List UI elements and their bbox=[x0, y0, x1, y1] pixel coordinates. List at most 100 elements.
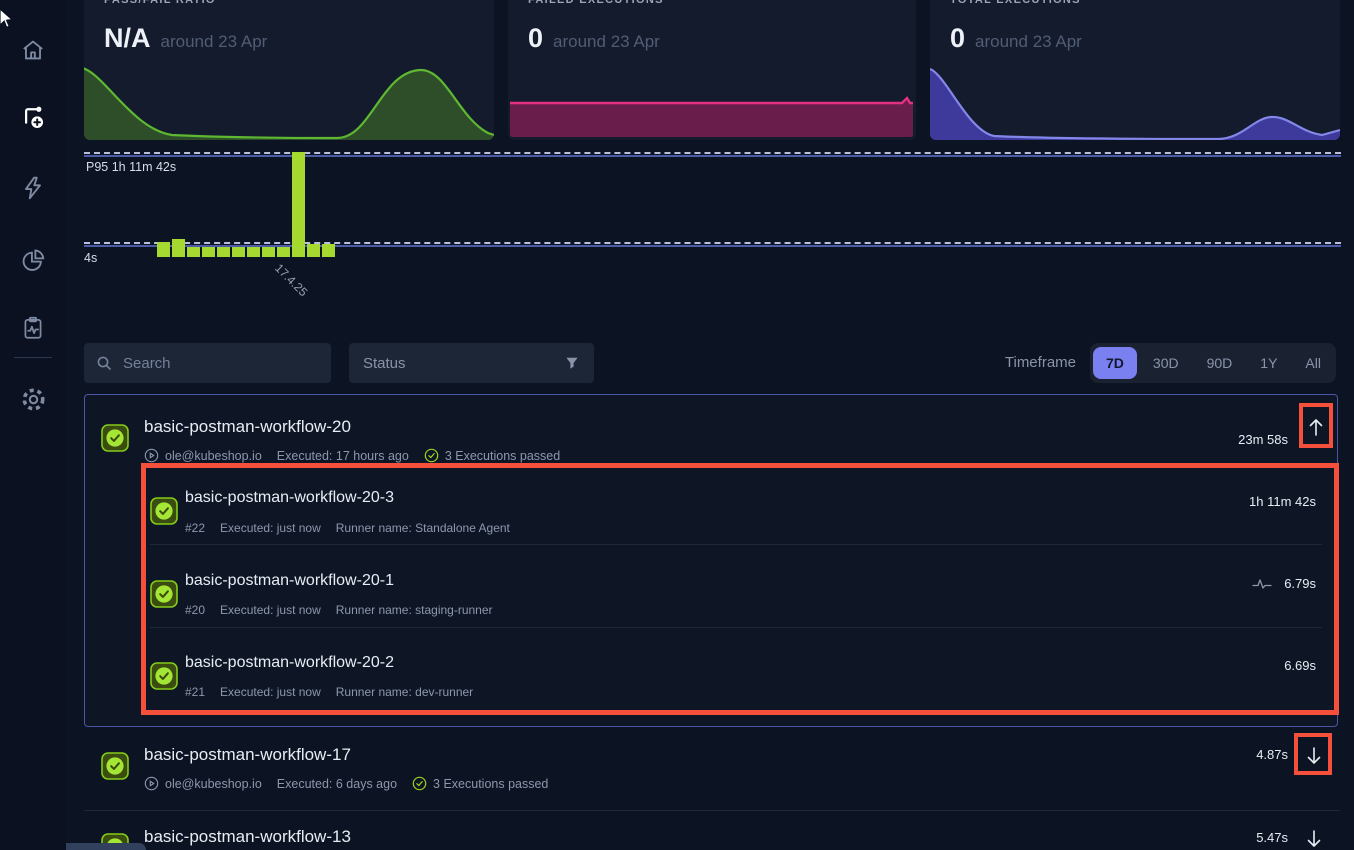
play-circle-icon bbox=[144, 776, 159, 791]
test-workflows-icon[interactable] bbox=[19, 104, 47, 132]
check-circle-icon bbox=[412, 776, 427, 791]
duration-bar bbox=[202, 247, 215, 257]
workflow-duration: 4.87s bbox=[1256, 747, 1288, 762]
duration-bars bbox=[157, 152, 335, 257]
search-icon bbox=[96, 355, 112, 371]
duration-bar bbox=[187, 247, 200, 257]
timeframe-option-1y[interactable]: 1Y bbox=[1248, 347, 1289, 379]
execution-title[interactable]: basic-postman-workflow-20-3 bbox=[185, 489, 394, 507]
total-executions-sparkline bbox=[930, 55, 1340, 140]
insights-icon[interactable] bbox=[19, 246, 47, 274]
status-passed-icon bbox=[150, 662, 178, 690]
test-reports-icon[interactable] bbox=[19, 314, 47, 342]
card-value: 0 bbox=[950, 23, 965, 54]
card-pass-fail-ratio: PASS/FAIL RATIO N/A around 23 Apr bbox=[84, 0, 494, 140]
filter-funnel-icon bbox=[564, 355, 580, 371]
execution-runner: Runner name: dev-runner bbox=[336, 685, 473, 699]
status-passed-icon bbox=[150, 497, 178, 525]
card-value: N/A bbox=[104, 23, 151, 54]
sparkline-area bbox=[84, 68, 494, 140]
execution-run-number: #20 bbox=[185, 603, 205, 617]
workflow-title[interactable]: basic-postman-workflow-20 bbox=[144, 417, 351, 437]
duration-bar bbox=[247, 247, 260, 257]
pass-fail-sparkline bbox=[84, 55, 494, 140]
execution-duration: 6.69s bbox=[1284, 658, 1316, 673]
duration-bar bbox=[172, 239, 185, 257]
timeframe-option-90d[interactable]: 90D bbox=[1195, 347, 1245, 379]
row-divider bbox=[84, 810, 1340, 811]
expand-arrow-button[interactable] bbox=[1303, 827, 1325, 850]
duration-bar bbox=[307, 244, 320, 257]
row-divider bbox=[150, 544, 1322, 545]
workflow-card-basic-postman-workflow-20[interactable] bbox=[84, 394, 1338, 727]
duration-bar bbox=[232, 247, 245, 257]
arrow-up-icon bbox=[1306, 416, 1326, 438]
card-failed-executions: FAILED EXECUTIONS 0 around 23 Apr bbox=[508, 0, 916, 140]
sparkline-line bbox=[510, 98, 913, 103]
card-title: TOTAL EXECUTIONS bbox=[950, 0, 1320, 6]
timeframe-option-30d[interactable]: 30D bbox=[1141, 347, 1191, 379]
card-title: PASS/FAIL RATIO bbox=[104, 0, 474, 6]
workflow-duration: 5.47s bbox=[1256, 830, 1288, 845]
sparkline-area bbox=[930, 69, 1340, 140]
execution-executed: Executed: just now bbox=[220, 603, 321, 617]
x-axis-tick-label: 17.4.25 bbox=[272, 261, 310, 299]
execution-duration: 1h 11m 42s bbox=[1249, 494, 1316, 509]
execution-meta: #20 Executed: just now Runner name: stag… bbox=[185, 603, 493, 617]
duration-bar bbox=[277, 247, 290, 257]
execution-runner: Runner name: Standalone Agent bbox=[336, 521, 510, 535]
card-value: 0 bbox=[528, 23, 543, 54]
status-passed-icon bbox=[101, 424, 129, 452]
workflow-duration: 23m 58s bbox=[1238, 432, 1288, 447]
workflow-meta: ole@kubeshop.io Executed: 6 days ago 3 E… bbox=[144, 776, 548, 791]
workflow-title[interactable]: basic-postman-workflow-17 bbox=[144, 745, 351, 765]
testkube-dashboard: PASS/FAIL RATIO N/A around 23 Apr FAILED… bbox=[0, 0, 1354, 850]
min-duration-label: 4s bbox=[84, 251, 97, 265]
timeframe-option-7d[interactable]: 7D bbox=[1093, 347, 1137, 379]
timeframe-label: Timeframe bbox=[1005, 354, 1076, 371]
status-filter-label: Status bbox=[363, 355, 406, 372]
execution-title[interactable]: basic-postman-workflow-20-2 bbox=[185, 654, 394, 672]
execution-runner: Runner name: staging-runner bbox=[336, 603, 493, 617]
failed-executions-sparkline bbox=[508, 55, 916, 140]
status-filter-dropdown[interactable]: Status bbox=[349, 343, 594, 383]
workflow-status-summary: 3 Executions passed bbox=[424, 448, 560, 463]
status-passed-icon bbox=[101, 752, 129, 780]
sidebar bbox=[0, 0, 66, 850]
mouse-cursor-icon bbox=[0, 8, 14, 35]
execution-executed: Executed: just now bbox=[220, 521, 321, 535]
card-subtitle: around 23 Apr bbox=[553, 32, 660, 52]
collapse-arrow-button[interactable] bbox=[1305, 415, 1327, 439]
duration-bar bbox=[157, 242, 170, 257]
play-circle-icon bbox=[144, 448, 159, 463]
arrow-down-icon bbox=[1304, 828, 1324, 850]
settings-gear-icon[interactable] bbox=[19, 385, 47, 413]
workflow-executed: Executed: 6 days ago bbox=[277, 777, 397, 791]
expand-arrow-button[interactable] bbox=[1303, 744, 1325, 768]
execution-meta: #22 Executed: just now Runner name: Stan… bbox=[185, 521, 510, 535]
duration-bar bbox=[217, 247, 230, 257]
card-title: FAILED EXECUTIONS bbox=[528, 0, 896, 6]
triggers-icon[interactable] bbox=[19, 174, 47, 202]
execution-title[interactable]: basic-postman-workflow-20-1 bbox=[185, 572, 394, 590]
search-input[interactable] bbox=[121, 354, 319, 373]
workflow-meta: ole@kubeshop.io Executed: 17 hours ago 3… bbox=[144, 448, 560, 463]
workflow-status-summary: 3 Executions passed bbox=[412, 776, 548, 791]
arrow-down-icon bbox=[1304, 745, 1324, 767]
check-circle-icon bbox=[424, 448, 439, 463]
execution-executed: Executed: just now bbox=[220, 685, 321, 699]
card-total-executions: TOTAL EXECUTIONS 0 around 23 Apr bbox=[930, 0, 1340, 140]
timeframe-option-all[interactable]: All bbox=[1293, 347, 1333, 379]
workflow-title[interactable]: basic-postman-workflow-13 bbox=[144, 827, 351, 847]
execution-run-number: #21 bbox=[185, 685, 205, 699]
search-box[interactable] bbox=[84, 343, 331, 383]
duration-bar bbox=[262, 247, 275, 257]
status-passed-icon bbox=[150, 580, 178, 608]
workflow-author: ole@kubeshop.io bbox=[144, 448, 262, 463]
pulse-icon bbox=[1252, 577, 1272, 590]
execution-duration: 6.79s bbox=[1252, 576, 1316, 591]
home-icon[interactable] bbox=[19, 36, 47, 64]
duration-bar bbox=[322, 244, 335, 257]
execution-run-number: #22 bbox=[185, 521, 205, 535]
card-subtitle: around 23 Apr bbox=[975, 32, 1082, 52]
